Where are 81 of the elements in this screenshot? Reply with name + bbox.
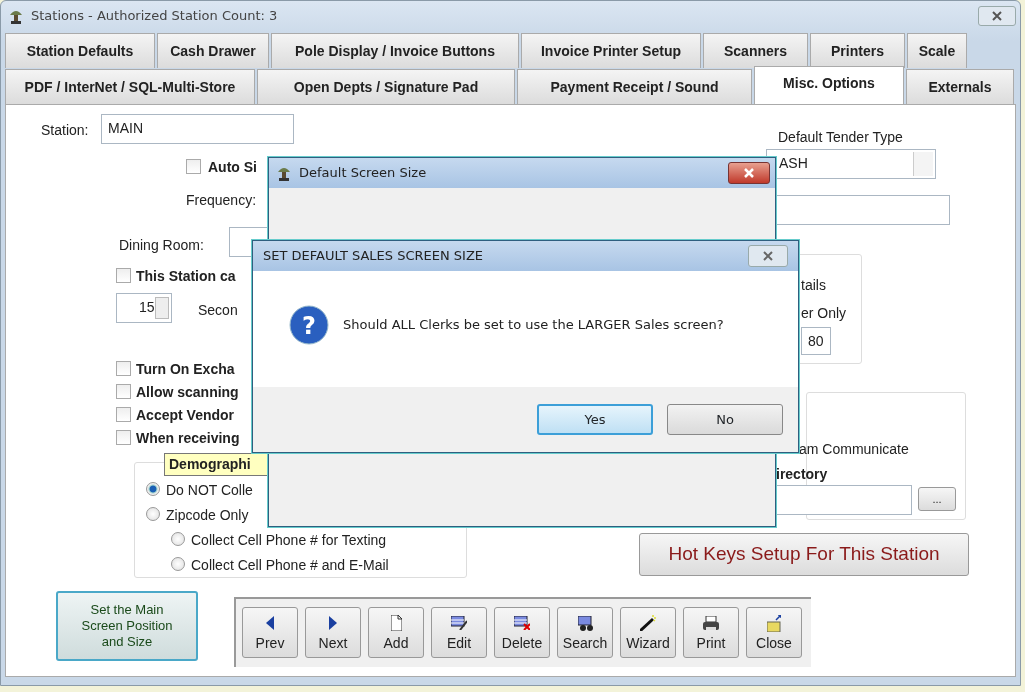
tab[interactable]: Open Depts / Signature Pad [257,69,515,104]
label: This Station ca [136,267,236,286]
label: tails [801,276,826,295]
tab[interactable]: Pole Display / Invoice Buttons [271,33,519,68]
tab[interactable]: Station Defaults [5,33,155,68]
tab[interactable]: Scanners [703,33,808,68]
label: Zipcode Only [166,506,249,525]
label: Collect Cell Phone # and E-Mail [191,556,389,575]
next-button[interactable]: Next [305,607,361,658]
station-field[interactable]: MAIN [101,114,294,144]
tab[interactable]: Printers [810,33,905,68]
tab[interactable]: PDF / InterNet / SQL-Multi-Store [5,69,255,104]
checkbox[interactable] [116,268,131,283]
label: Accept Vendor [136,406,235,425]
number-field[interactable]: 80 [801,327,831,355]
checkbox[interactable] [116,430,131,445]
dialog-message: Should ALL Clerks be set to use the LARGER Sales screen? [343,316,724,335]
tab[interactable]: Scale [907,33,967,68]
checkbox[interactable] [116,384,131,399]
dialog-title: SET DEFAULT SALES SCREEN SIZE [263,247,484,266]
close-button[interactable]: Close [746,607,802,658]
hot-keys-button[interactable]: Hot Keys Setup For This Station [639,533,969,576]
radio-button[interactable] [146,507,160,521]
label: am Communicate [799,440,909,459]
add-button[interactable]: Add [368,607,424,658]
print-icon [703,616,719,630]
add-icon [390,615,402,631]
tab[interactable]: Invoice Printer Setup [521,33,701,68]
checkbox[interactable] [186,159,201,174]
close-icon [767,614,781,632]
close-button[interactable] [728,162,770,184]
window-title: Stations - Authorized Station Count: 3 [31,7,278,26]
next-icon [329,616,337,630]
edit-button[interactable]: Edit [431,607,487,658]
tab[interactable]: Misc. Options [754,66,904,104]
label: Frequency: [186,191,257,210]
label: Secon [198,301,238,320]
label: Do NOT Colle [166,481,253,500]
tab[interactable]: Payment Receipt / Sound [517,69,752,104]
close-icon [743,167,755,179]
yes-button[interactable]: Yes [537,404,653,435]
text-field[interactable] [776,195,950,225]
tender-type-dropdown[interactable]: ASH [766,149,936,179]
delete-button[interactable]: Delete [494,607,550,658]
group-title: Demographi [164,453,269,476]
tab[interactable]: Externals [906,69,1014,104]
label: Allow scanning [136,383,239,402]
label: Turn On Excha [136,360,235,379]
label: Auto Si [208,158,257,177]
seconds-spinner[interactable]: 15 [116,293,172,323]
label: Station: [41,121,89,140]
radio-button[interactable] [171,557,185,571]
radio-button[interactable] [171,532,185,546]
search-icon [577,615,593,631]
question-icon: ? [289,305,329,345]
wizard-button[interactable]: Wizard [620,607,676,658]
directory-label: irectory [776,465,828,484]
label: When receiving [136,429,240,448]
radio-button[interactable] [146,482,160,496]
search-button[interactable]: Search [557,607,613,658]
label: Dining Room: [119,236,204,255]
wizard-icon [640,615,656,631]
checkbox[interactable] [116,407,131,422]
edit-icon [451,616,467,630]
label: er Only [801,304,847,323]
close-button[interactable] [978,6,1016,26]
directory-field[interactable] [776,485,912,515]
set-main-screen-button[interactable]: Set the Main Screen Position and Size [56,591,198,661]
label: Collect Cell Phone # for Texting [191,531,387,550]
browse-button[interactable]: ... [918,487,956,511]
print-button[interactable]: Print [683,607,739,658]
prev-icon [266,616,274,630]
tab[interactable]: Cash Drawer [157,33,269,68]
close-icon [991,10,1003,22]
checkbox[interactable] [116,361,131,376]
delete-icon [514,616,530,630]
close-icon [762,250,774,262]
dialog-title: Default Screen Size [299,164,427,183]
no-button[interactable]: No [667,404,783,435]
label: Default Tender Type [778,128,903,147]
prev-button[interactable]: Prev [242,607,298,658]
